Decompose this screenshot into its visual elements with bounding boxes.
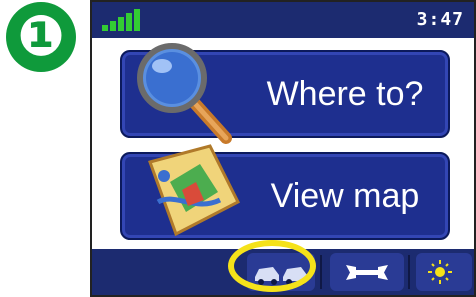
map-icon bbox=[148, 144, 241, 237]
brightness-button[interactable] bbox=[416, 253, 472, 291]
wrench-icon bbox=[346, 265, 388, 280]
view-map-label: View map bbox=[270, 176, 420, 215]
magnifier-icon bbox=[137, 43, 232, 144]
status-bar: 3:47 bbox=[92, 2, 474, 38]
where-to-button[interactable]: Where to? bbox=[120, 43, 450, 144]
settings-button[interactable] bbox=[330, 253, 404, 291]
clock-time: 3:47 bbox=[416, 9, 464, 30]
step-number-badge: ❶ bbox=[6, 2, 76, 72]
sun-icon bbox=[428, 260, 452, 284]
settings-highlight-ring bbox=[228, 240, 316, 292]
signal-bars-icon bbox=[102, 9, 152, 31]
where-to-label: Where to? bbox=[266, 74, 424, 113]
view-map-button[interactable]: View map bbox=[120, 144, 450, 240]
